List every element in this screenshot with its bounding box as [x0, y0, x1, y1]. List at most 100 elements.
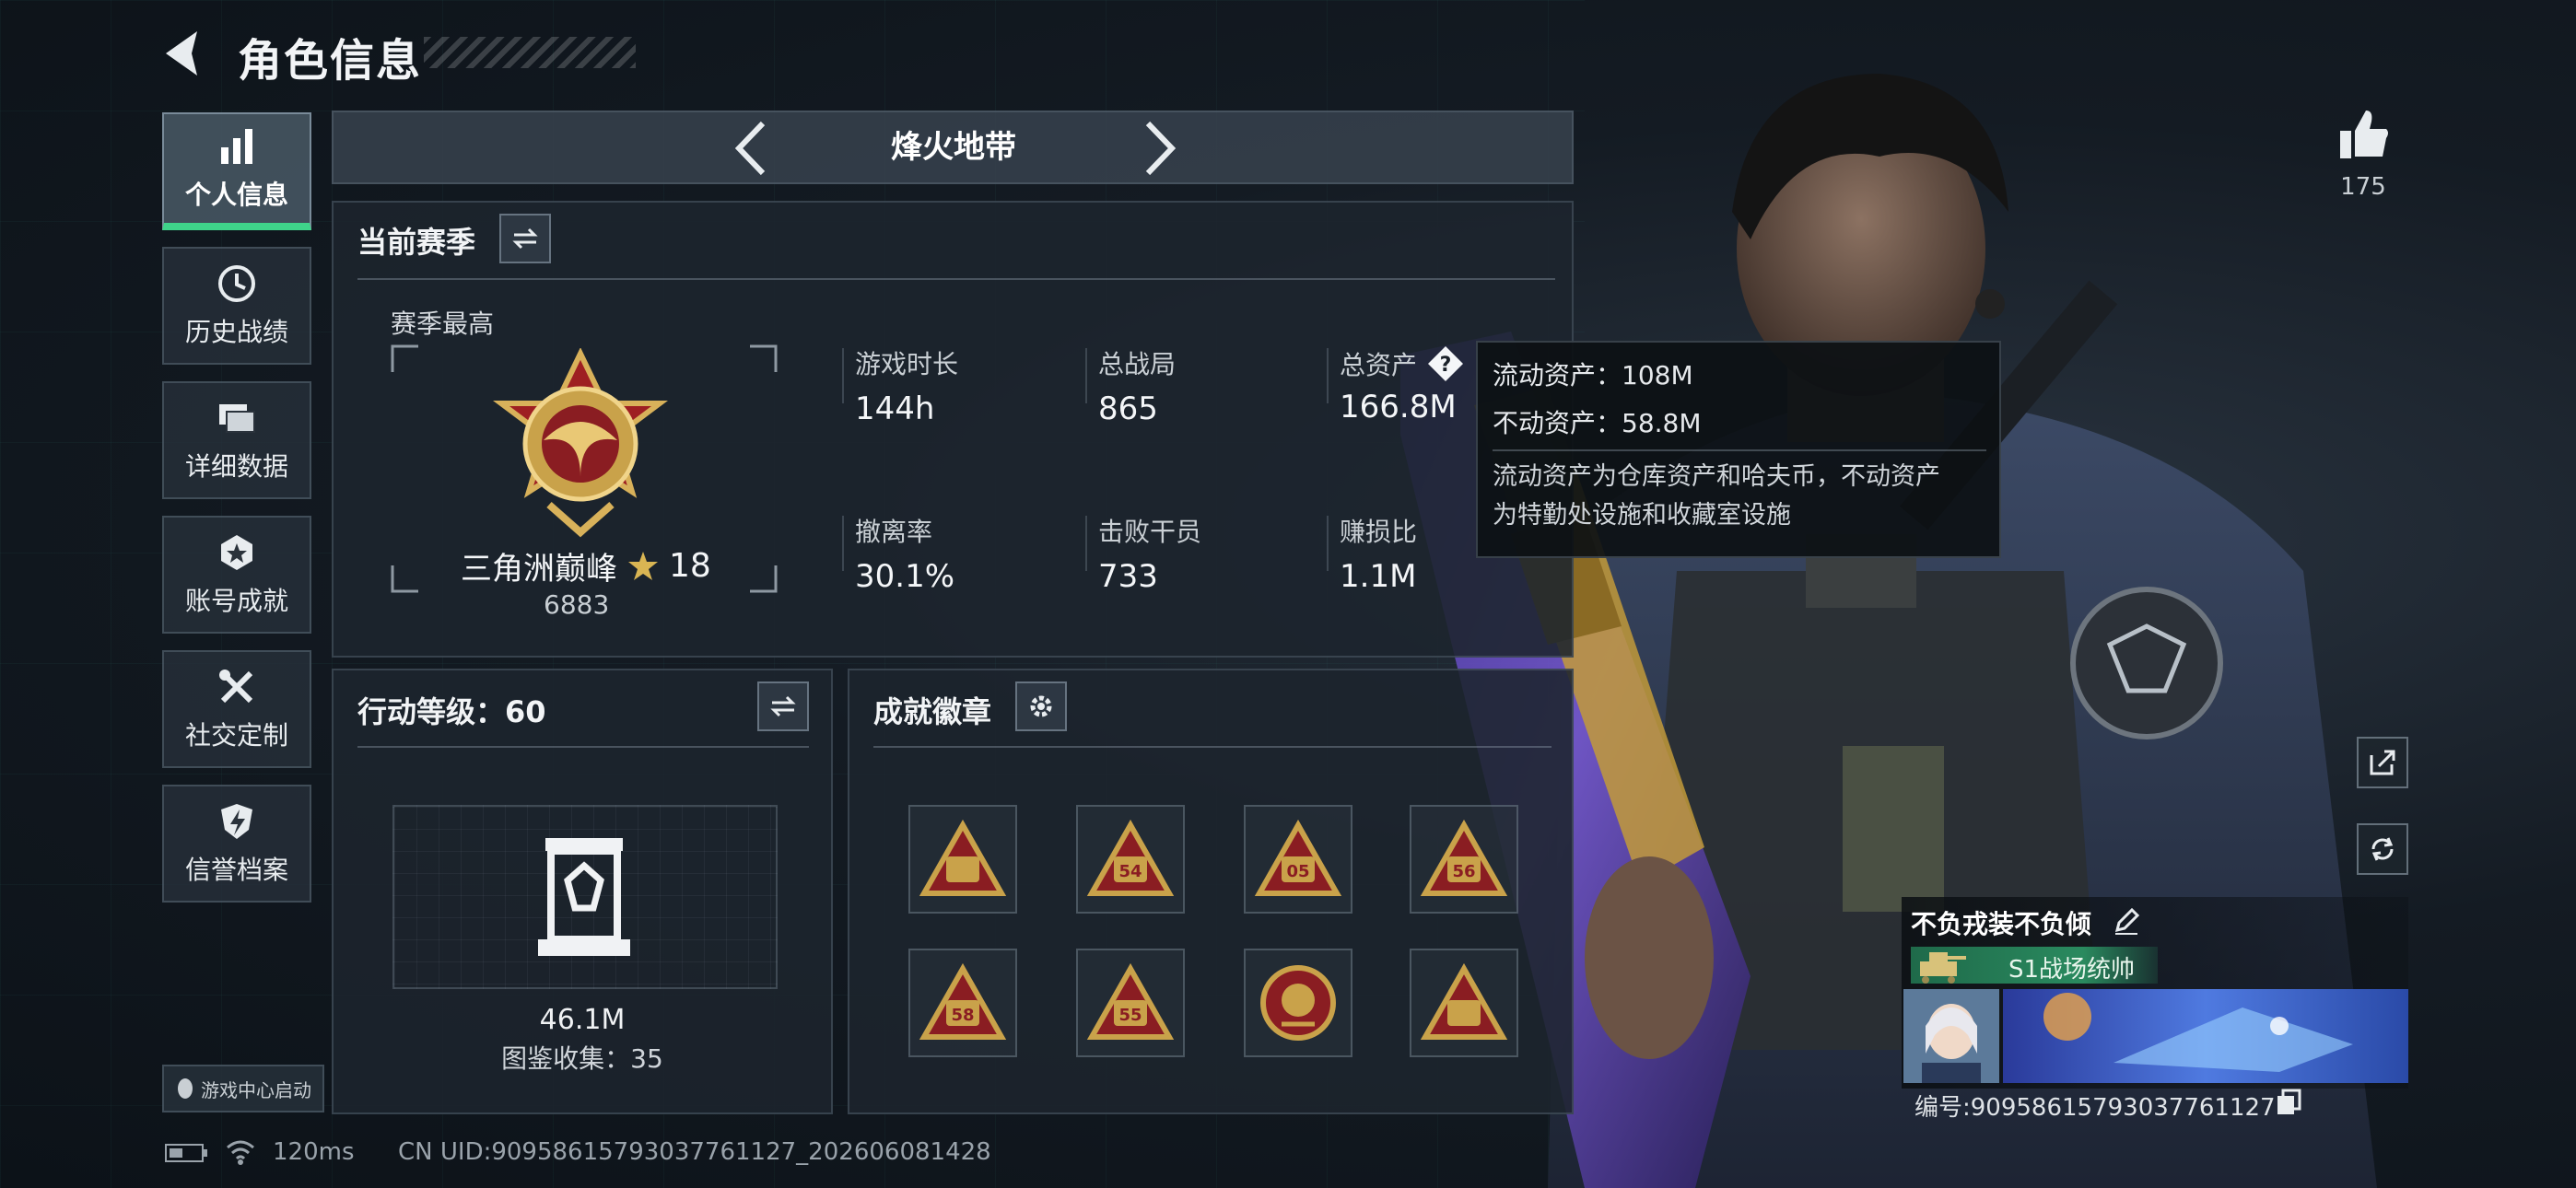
- like-count: 175: [2340, 173, 2386, 201]
- rank-name-row: 三角洲巅峰 18: [461, 543, 711, 588]
- stat-label: 撤离率: [855, 517, 933, 547]
- triangle-emblem-icon: [919, 820, 1007, 896]
- stat-separator: [842, 348, 844, 403]
- star-icon: [628, 551, 658, 580]
- penguin-icon: [178, 1078, 193, 1099]
- player-id: 编号:9095861579303776112​7: [1914, 1094, 2276, 1122]
- stat-value: 166.8M: [1340, 389, 1457, 425]
- sidebar-item-profile[interactable]: 个人信息: [162, 112, 311, 230]
- triangle-emblem-icon: [1420, 963, 1508, 1040]
- achievement-badge[interactable]: 54: [1076, 805, 1185, 914]
- action-level-title: 行动等级：60: [357, 694, 546, 729]
- game-center-launch-button[interactable]: 游戏中心启动: [162, 1065, 324, 1112]
- stat-separator: [1327, 348, 1329, 403]
- stat-value: 865: [1098, 390, 1158, 427]
- launch-label: 游戏中心启动: [201, 1078, 311, 1101]
- stat-label: 赚损比: [1340, 517, 1418, 547]
- player-name: 不负戎装不负倾: [1911, 909, 2092, 939]
- triangle-emblem-icon: 56: [1420, 820, 1508, 896]
- badge-mark: 55: [1118, 1006, 1142, 1025]
- edit-pencil-icon[interactable]: [2112, 906, 2141, 936]
- stat-label: 击败干员: [1098, 517, 1202, 547]
- achievements-settings-button[interactable]: [1015, 681, 1067, 731]
- badge-mark: 54: [1118, 862, 1142, 881]
- sidebar-item-history[interactable]: 历史战绩: [162, 247, 311, 365]
- sidebar-item-social[interactable]: 社交定制: [162, 650, 311, 768]
- stat-label: 总资产: [1340, 350, 1418, 380]
- stat-separator: [1327, 516, 1329, 571]
- achievements-divider: [873, 746, 1551, 748]
- next-mode-icon[interactable]: [1137, 116, 1183, 181]
- achievement-badge[interactable]: 56: [1410, 805, 1518, 914]
- achievement-badge[interactable]: 55: [1076, 949, 1185, 1057]
- stat-label: 总战局: [1098, 349, 1177, 379]
- stat-profit-ratio: 赚损比 1.1M: [1340, 512, 1417, 595]
- back-arrow-icon[interactable]: [158, 26, 214, 81]
- refresh-button[interactable]: [2357, 823, 2408, 875]
- tooltip-liquid-assets: 流动资产：108M: [1493, 360, 1693, 390]
- medal-star-icon: [221, 535, 252, 570]
- stat-separator: [1085, 516, 1087, 571]
- share-icon: [2370, 750, 2395, 775]
- copy-icon[interactable]: [2276, 1089, 2301, 1116]
- wifi-icon: [227, 1140, 254, 1165]
- thumbs-up-icon[interactable]: [2336, 107, 2392, 162]
- help-icon[interactable]: ?: [1426, 344, 1465, 383]
- stat-label: 游戏时长: [855, 349, 959, 379]
- sidebar-item-credit[interactable]: 信誉档案: [162, 785, 311, 903]
- achievements-title: 成就徽章: [873, 694, 992, 729]
- sidebar-item-label: 详细数据: [184, 451, 288, 482]
- achievement-badge[interactable]: 58: [908, 949, 1017, 1057]
- battery-icon: [165, 1144, 207, 1162]
- swap-arrows-icon: [770, 695, 796, 717]
- achievement-badge[interactable]: [1244, 949, 1352, 1057]
- sidebar-item-label: 个人信息: [184, 180, 288, 210]
- share-button[interactable]: [2357, 737, 2408, 788]
- action-level-switch-button[interactable]: [757, 681, 809, 731]
- player-title: S1战场统帅: [2008, 956, 2136, 984]
- tooltip-desc-line2: 为特勤处设施和收藏室设施: [1493, 501, 1791, 530]
- uid-label: CN UID:90958615793037761127_202606081428: [398, 1138, 991, 1166]
- sidebar-item-label: 信誉档案: [184, 855, 288, 885]
- tooltip-desc-line1: 流动资产为仓库资产和哈夫币，不动资产: [1493, 462, 1940, 491]
- mode-label: 烽火地带: [891, 129, 1016, 166]
- prev-mode-icon[interactable]: [728, 116, 774, 181]
- stat-value: 733: [1098, 558, 1158, 595]
- stat-play-time: 游戏时长 144h: [855, 344, 958, 427]
- player-avatar[interactable]: [1903, 989, 1999, 1083]
- season-title: 当前赛季: [357, 225, 476, 260]
- stat-total-assets: 总资产 ? 166.8M: [1340, 344, 1465, 425]
- svg-text:?: ?: [1440, 354, 1452, 377]
- season-switch-button[interactable]: [499, 214, 551, 263]
- tools-cross-icon: [219, 670, 253, 704]
- badge-mark: 56: [1452, 862, 1475, 881]
- achievement-badge[interactable]: 05: [1244, 805, 1352, 914]
- stat-value: 1.1M: [1340, 558, 1417, 595]
- sidebar-item-achievements[interactable]: 账号成就: [162, 516, 311, 634]
- stat-separator: [842, 516, 844, 571]
- stat-value: 144h: [855, 390, 935, 427]
- sidebar-item-label: 账号成就: [184, 586, 288, 616]
- stat-value: 30.1%: [855, 558, 955, 595]
- gear-icon: [1030, 695, 1052, 717]
- triangle-emblem-icon: 54: [1086, 820, 1175, 896]
- collection-case-icon[interactable]: [533, 834, 636, 960]
- badge-mark: 05: [1286, 862, 1309, 881]
- tank-icon: [1920, 952, 1966, 984]
- rank-stars: 18: [669, 547, 711, 585]
- achievement-badge[interactable]: [908, 805, 1017, 914]
- sidebar-item-details[interactable]: 详细数据: [162, 381, 311, 499]
- achievement-badge[interactable]: [1410, 949, 1518, 1057]
- folder-stack-icon: [219, 404, 255, 433]
- swap-arrows-icon: [512, 227, 538, 250]
- stat-kills: 击败干员 733: [1098, 512, 1201, 595]
- rank-score: 6883: [544, 589, 610, 620]
- collection-count: 图鉴收集：35: [501, 1043, 663, 1074]
- rank-emblem-icon: [493, 348, 668, 538]
- triangle-emblem-icon: 55: [1086, 963, 1175, 1040]
- action-level-value: 46.1M: [539, 1004, 626, 1036]
- action-level-divider: [357, 746, 809, 748]
- assets-tooltip: 流动资产：108M 不动资产：58.8M 流动资产为仓库资产和哈夫币，不动资产 …: [1476, 341, 2001, 558]
- tooltip-fixed-assets: 不动资产：58.8M: [1493, 408, 1702, 438]
- bar-chart-icon: [221, 129, 252, 164]
